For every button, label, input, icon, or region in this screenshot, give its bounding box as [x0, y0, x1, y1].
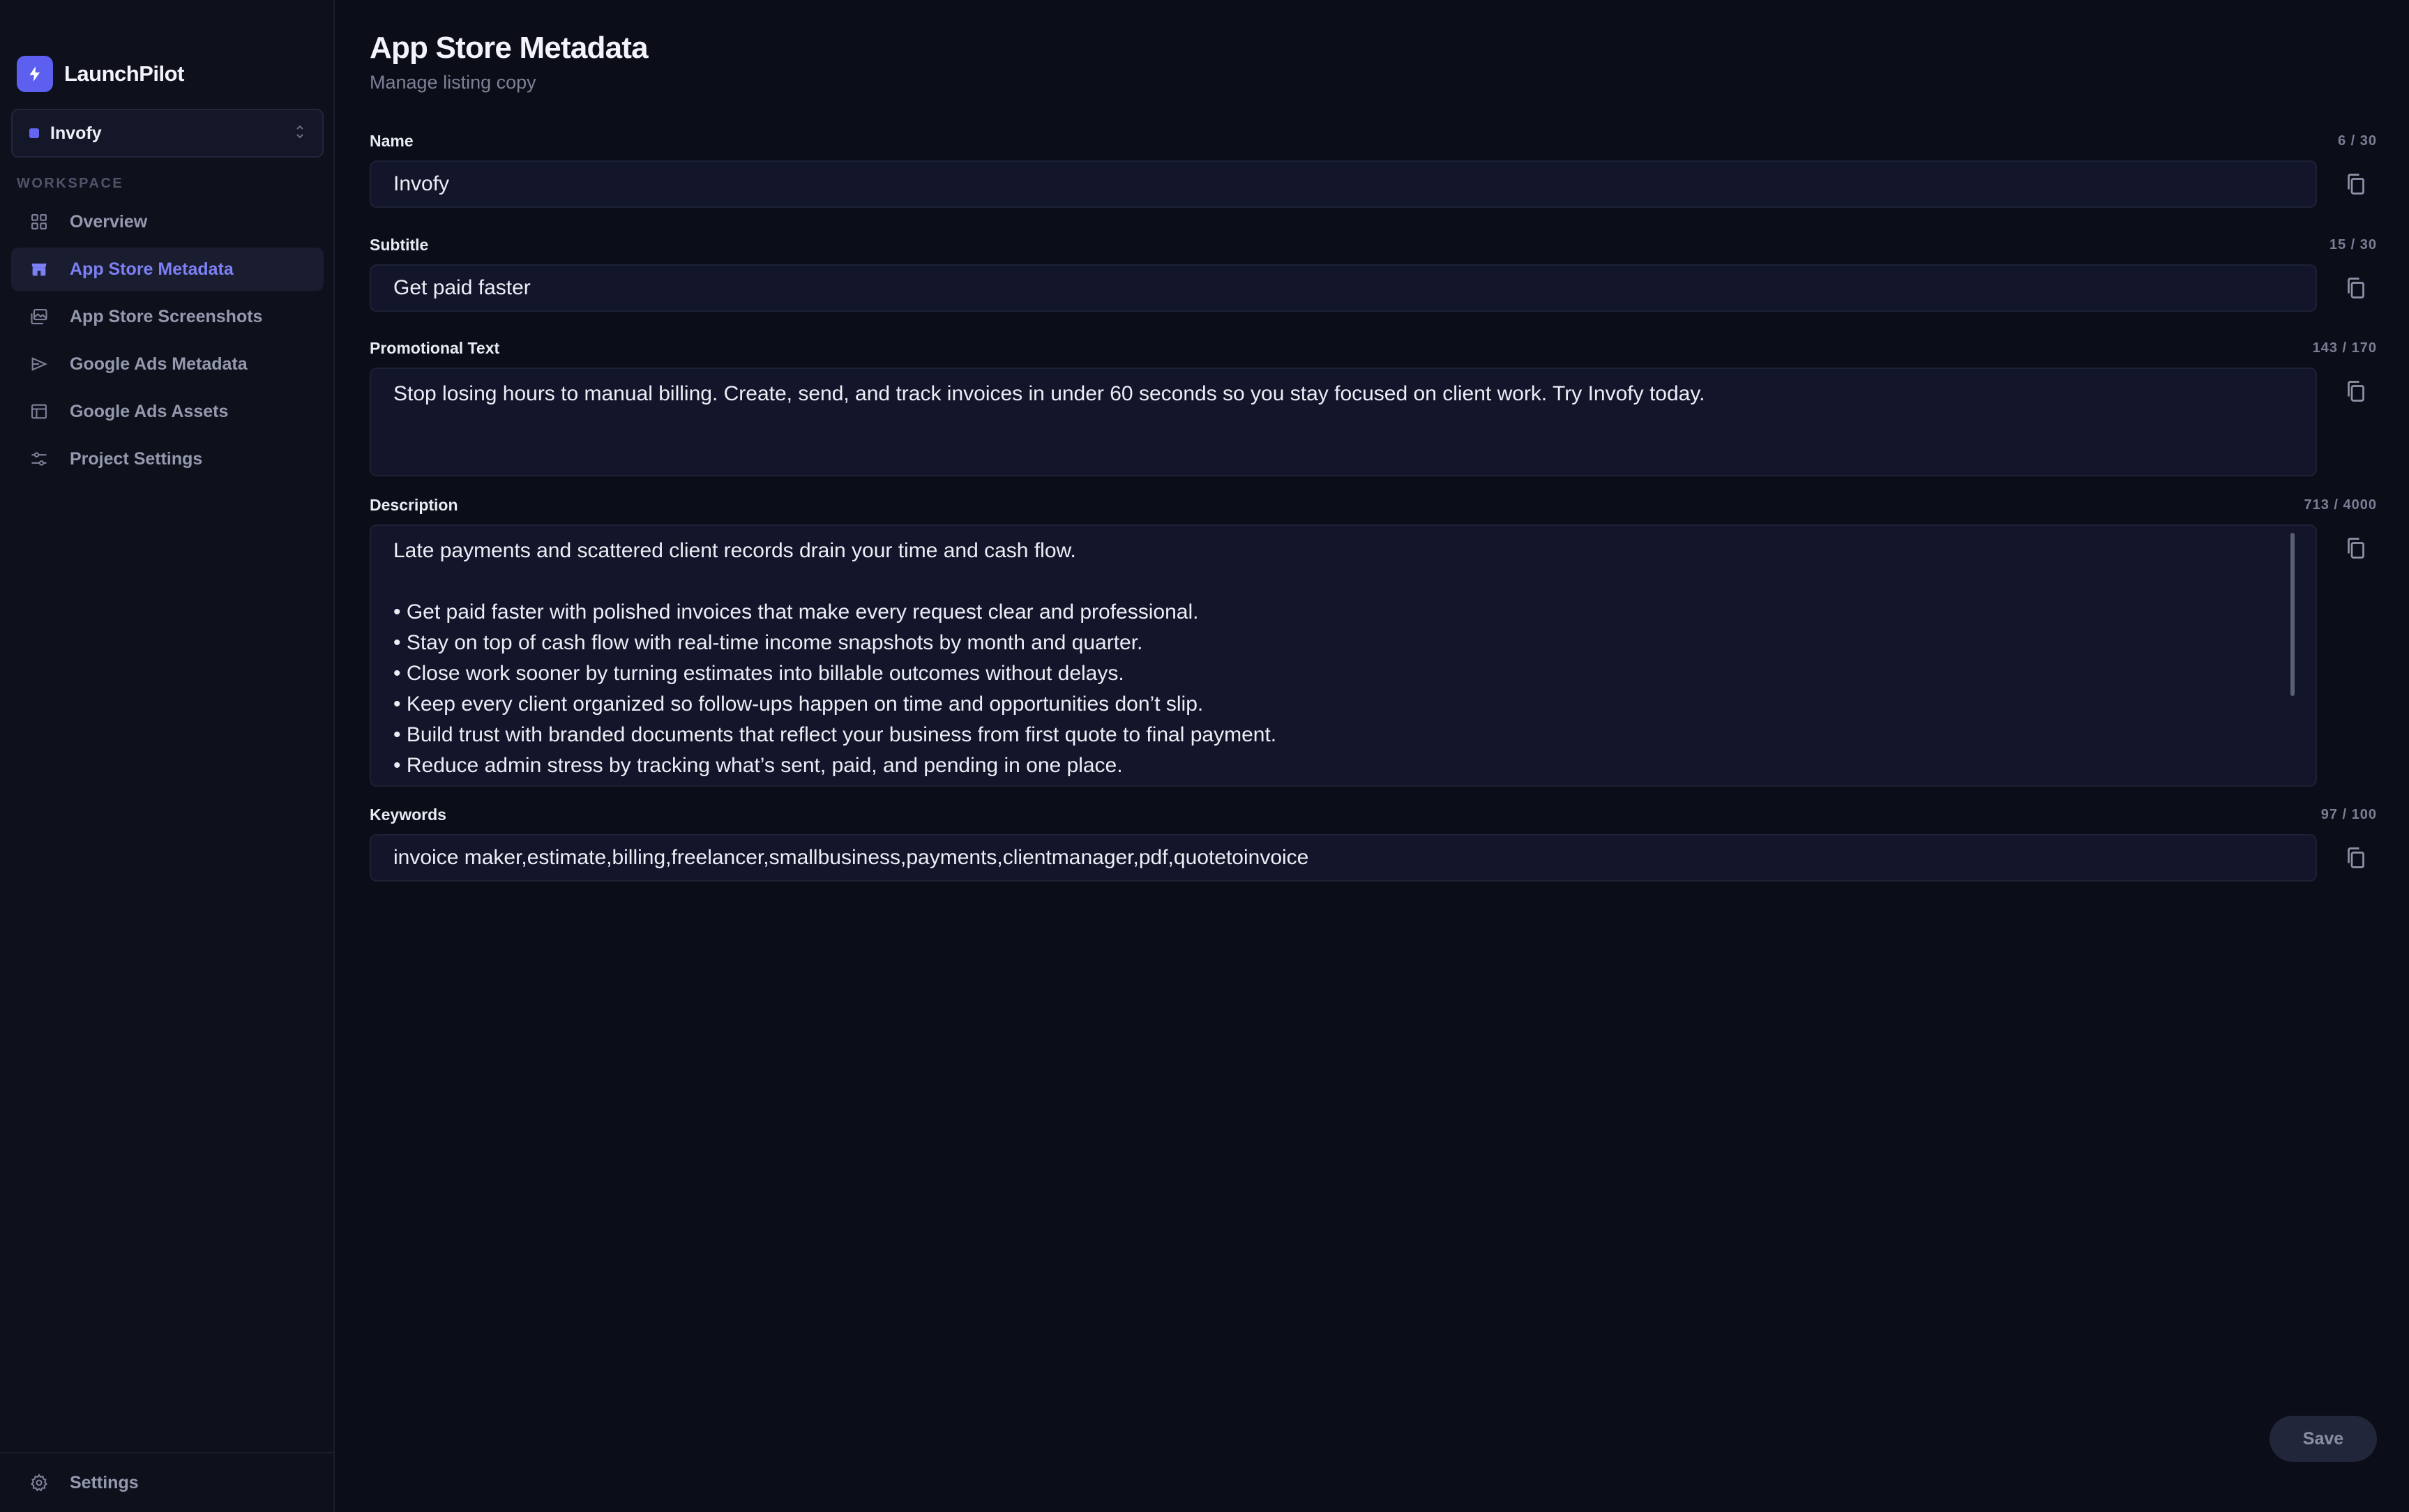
page-title: App Store Metadata [370, 31, 649, 65]
description-line: • Keep every client organized so follow-… [393, 693, 1204, 716]
field-label: Name [370, 131, 414, 150]
character-count: 143 / 170 [2312, 340, 2377, 356]
sidebar-item-google-ads-metadata[interactable]: Google Ads Metadata [11, 342, 324, 386]
copy-icon [2348, 847, 2364, 868]
copy-button[interactable] [2335, 163, 2377, 205]
description-line: Late payments and scattered client recor… [393, 539, 1076, 562]
sidebar-item-label: App Store Screenshots [70, 306, 263, 326]
character-count: 6 / 30 [2337, 133, 2377, 149]
sidebar-item-app-store-metadata[interactable]: App Store Metadata [11, 248, 324, 291]
description-line: • Stay on top of cash flow with real-tim… [393, 631, 1143, 654]
description-line: • Build trust with branded documents tha… [393, 723, 1277, 746]
gear-icon [29, 1473, 49, 1492]
app-root: LaunchPilot Invofy WORKSPACE Overview Ap… [0, 0, 2409, 1512]
description-line: • Reduce admin stress by tracking what’s… [393, 754, 1123, 777]
field-description: Description 713 / 4000 Late payments and… [370, 495, 2377, 787]
copy-icon [2348, 538, 2364, 559]
brand[interactable]: LaunchPilot [17, 56, 184, 92]
character-count: 97 / 100 [2320, 806, 2377, 822]
sidebar-item-google-ads-assets[interactable]: Google Ads Assets [11, 390, 324, 433]
copy-icon [2348, 381, 2364, 402]
copy-button[interactable] [2335, 527, 2377, 569]
sidebar: LaunchPilot Invofy WORKSPACE Overview Ap… [0, 0, 335, 1512]
field-label: Keywords [370, 805, 446, 824]
copy-button[interactable] [2335, 370, 2377, 412]
copy-button[interactable] [2335, 837, 2377, 879]
sidebar-item-label: Google Ads Assets [70, 401, 229, 421]
description-line: • Get paid faster with polished invoices… [393, 600, 1199, 623]
character-count: 15 / 30 [2329, 236, 2377, 252]
copy-button[interactable] [2335, 267, 2377, 309]
sidebar-item-label: App Store Metadata [70, 259, 234, 279]
name-input[interactable]: Invofy [370, 160, 2317, 208]
character-count: 713 / 4000 [2304, 497, 2377, 513]
sidebar-item-label: Project Settings [70, 448, 203, 469]
sidebar-item-label: Google Ads Metadata [70, 354, 248, 374]
sidebar-item-label: Overview [70, 211, 148, 232]
project-name: Invofy [50, 123, 102, 143]
save-button[interactable]: Save [2270, 1416, 2377, 1462]
field-label: Subtitle [370, 235, 429, 254]
grid-icon [29, 212, 49, 232]
field-label: Description [370, 495, 458, 514]
field-label: Promotional Text [370, 338, 500, 357]
field-name: Name 6 / 30 Invofy [370, 131, 2377, 208]
megaphone-icon [29, 354, 49, 374]
section-label-workspace: WORKSPACE [17, 176, 124, 191]
project-color-dot [29, 128, 39, 138]
description-textarea[interactable]: Late payments and scattered client recor… [370, 524, 2317, 787]
sliders-icon [29, 449, 49, 469]
copy-icon [2348, 278, 2364, 298]
description-line: • Close work sooner by turning estimates… [393, 662, 1124, 685]
keywords-input[interactable]: invoice maker,estimate,billing,freelance… [370, 834, 2317, 882]
chevron-up-down-icon [294, 123, 305, 144]
sidebar-item-settings[interactable]: Settings [0, 1452, 333, 1512]
settings-label: Settings [70, 1472, 139, 1492]
copy-icon [2348, 174, 2364, 195]
description-line [393, 566, 2293, 597]
project-selector[interactable]: Invofy [11, 109, 324, 158]
sidebar-item-project-settings[interactable]: Project Settings [11, 437, 324, 481]
bolt-icon [17, 56, 53, 92]
images-icon [29, 307, 49, 326]
sidebar-item-app-store-screenshots[interactable]: App Store Screenshots [11, 295, 324, 338]
sidebar-item-overview[interactable]: Overview [11, 200, 324, 243]
sidebar-nav: Overview App Store Metadata App Store Sc… [11, 200, 324, 485]
page-subtitle: Manage listing copy [370, 72, 536, 93]
field-subtitle: Subtitle 15 / 30 Get paid faster [370, 235, 2377, 312]
layout-icon [29, 402, 49, 421]
promotional-text-input[interactable]: Stop losing hours to manual billing. Cre… [370, 368, 2317, 476]
brand-name: LaunchPilot [64, 61, 184, 86]
main-content: App Store Metadata Manage listing copy N… [335, 0, 2409, 1512]
subtitle-input[interactable]: Get paid faster [370, 264, 2317, 312]
field-promotional-text: Promotional Text 143 / 170 Stop losing h… [370, 338, 2377, 476]
scrollbar[interactable] [2290, 533, 2295, 696]
field-keywords: Keywords 97 / 100 invoice maker,estimate… [370, 805, 2377, 882]
store-icon [29, 259, 49, 279]
